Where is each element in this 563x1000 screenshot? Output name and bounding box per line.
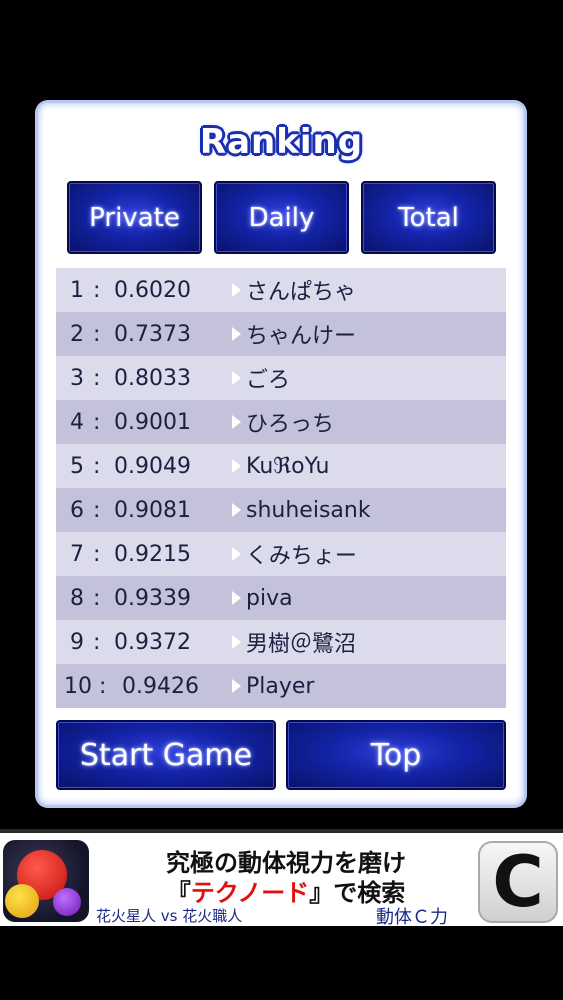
tab-total[interactable]: Total	[361, 181, 496, 254]
rank-number: 3	[70, 365, 84, 391]
player-name: shuheisank	[246, 497, 371, 523]
player-name: ごろ	[246, 368, 291, 393]
rank-score: 0.9001	[114, 409, 191, 435]
rank-score: 0.8033	[114, 365, 191, 391]
player-name: ひろっち	[246, 412, 335, 437]
ranking-title: Ranking	[199, 122, 364, 162]
ranking-row: 3 : 0.8033 ごろ	[56, 356, 506, 400]
play-arrow-icon	[232, 371, 241, 385]
rank-separator: :	[93, 497, 101, 523]
rank-score: 0.9426	[122, 673, 199, 699]
play-arrow-icon	[232, 283, 241, 297]
play-arrow-icon	[232, 503, 241, 517]
player-name: さんぱちゃ	[246, 280, 357, 305]
rank-number: 9	[70, 629, 84, 655]
ranking-row: 7 : 0.9215 くみちょー	[56, 532, 506, 576]
ad-subtitle-left: 花火星人 vs 花火職人	[96, 907, 243, 925]
ranking-row: 4 : 0.9001 ひろっち	[56, 400, 506, 444]
ranking-row: 5 : 0.9049 KuℜoYu	[56, 444, 506, 488]
rank-score: 0.6020	[114, 277, 191, 303]
tab-daily-label: Daily	[248, 202, 315, 233]
ad-subtitle-right: 動体Ｃ力	[376, 907, 448, 928]
top-button[interactable]: Top	[286, 720, 506, 790]
rank-score: 0.9081	[114, 497, 191, 523]
top-label: Top	[370, 737, 422, 773]
rank-number: 1	[70, 277, 84, 303]
ranking-list: 1 : 0.6020 さんぱちゃ 2 : 0.7373 ちゃんけー 3 : 0.…	[56, 268, 506, 708]
ranking-row: 10 : 0.9426 Player	[56, 664, 506, 708]
rank-score: 0.9215	[114, 541, 191, 567]
ad-banner[interactable]: 究極の動体視力を磨け 『テクノード』で検索 花火星人 vs 花火職人 動体Ｃ力 …	[0, 829, 563, 928]
rank-separator: :	[93, 321, 101, 347]
play-arrow-icon	[232, 459, 241, 473]
rank-separator: :	[93, 277, 101, 303]
game-character-icon	[3, 840, 89, 922]
rank-number: 2	[70, 321, 84, 347]
rank-separator: :	[93, 409, 101, 435]
play-arrow-icon	[232, 415, 241, 429]
player-name: ちゃんけー	[246, 324, 357, 349]
start-game-button[interactable]: Start Game	[56, 720, 276, 790]
play-arrow-icon	[232, 591, 241, 605]
rank-number: 4	[70, 409, 84, 435]
player-name: piva	[246, 585, 293, 611]
player-name: 男樹＠鷺沼	[246, 632, 357, 657]
ad-bracket-open: 『	[166, 879, 191, 907]
start-game-label: Start Game	[79, 737, 253, 773]
rank-number: 8	[70, 585, 84, 611]
player-name: くみちょー	[246, 544, 357, 569]
ranking-row: 1 : 0.6020 さんぱちゃ	[56, 268, 506, 312]
rank-score: 0.7373	[114, 321, 191, 347]
rank-separator: :	[99, 673, 107, 699]
rank-number: 5	[70, 453, 84, 479]
play-arrow-icon	[232, 547, 241, 561]
player-name: Player	[246, 673, 315, 699]
rank-score: 0.9372	[114, 629, 191, 655]
player-name: KuℜoYu	[246, 453, 330, 479]
ad-logo-icon: C	[478, 841, 558, 923]
ranking-row: 8 : 0.9339 piva	[56, 576, 506, 620]
ranking-row: 2 : 0.7373 ちゃんけー	[56, 312, 506, 356]
rank-score: 0.9049	[114, 453, 191, 479]
rank-score: 0.9339	[114, 585, 191, 611]
tab-total-label: Total	[398, 202, 459, 233]
rank-separator: :	[93, 365, 101, 391]
play-arrow-icon	[232, 679, 241, 693]
rank-separator: :	[93, 585, 101, 611]
tab-daily[interactable]: Daily	[214, 181, 349, 254]
play-arrow-icon	[232, 635, 241, 649]
ad-logo-letter: C	[492, 841, 544, 923]
tab-private[interactable]: Private	[67, 181, 202, 254]
ranking-row: 6 : 0.9081 shuheisank	[56, 488, 506, 532]
rank-separator: :	[93, 629, 101, 655]
tab-private-label: Private	[89, 202, 180, 233]
ad-keyword: テクノード	[190, 879, 310, 907]
rank-number: 7	[70, 541, 84, 567]
rank-separator: :	[93, 453, 101, 479]
rank-separator: :	[93, 541, 101, 567]
play-arrow-icon	[232, 327, 241, 341]
rank-number: 6	[70, 497, 84, 523]
ranking-row: 9 : 0.9372 男樹＠鷺沼	[56, 620, 506, 664]
